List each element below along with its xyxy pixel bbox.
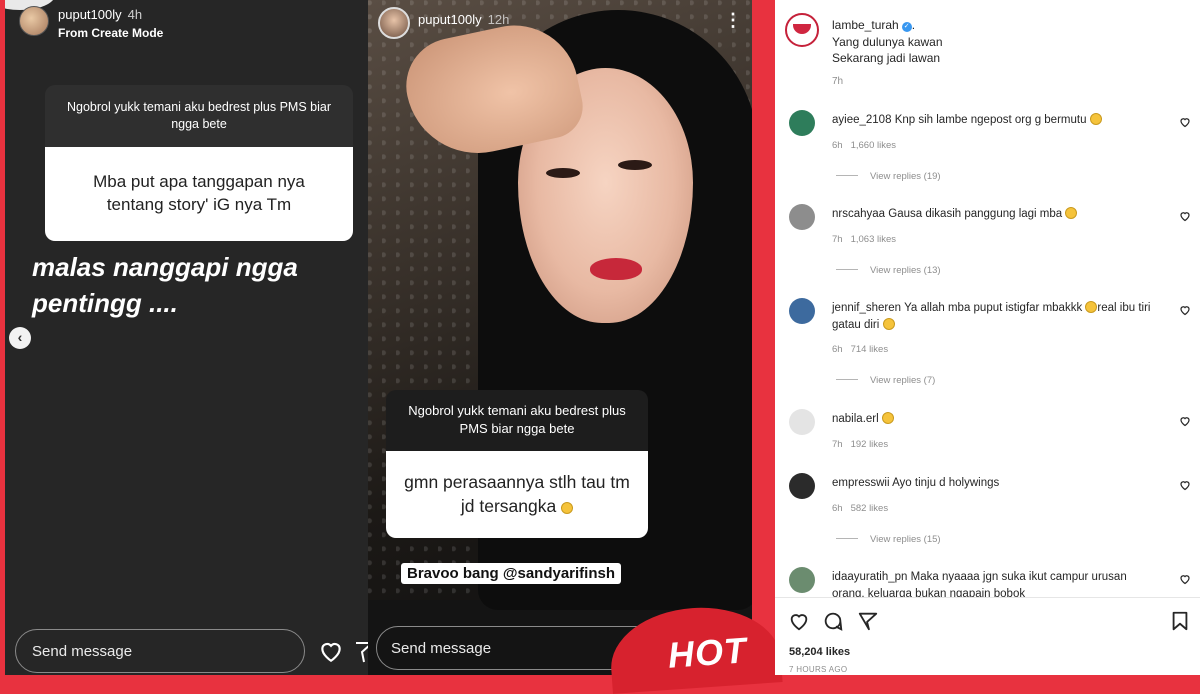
comment-likes[interactable]: 1,063 likes xyxy=(851,234,896,245)
comment-likes[interactable]: 1,660 likes xyxy=(851,140,896,151)
comment-time: 7h xyxy=(832,439,843,450)
comment-time: 6h xyxy=(832,503,843,514)
avatar[interactable] xyxy=(789,473,815,499)
laughing-emoji-icon xyxy=(1085,301,1098,313)
question-prompt: Ngobrol yukk temani aku bedrest plus PMS… xyxy=(45,85,353,147)
avatar[interactable] xyxy=(785,13,819,47)
story-caption: malas nanggapi ngga pentingg .... xyxy=(32,252,298,318)
question-prompt: Ngobrol yukk temani aku bedrest plus PMS… xyxy=(386,390,648,452)
comment-username[interactable]: ayiee_2108 xyxy=(832,114,891,126)
question-sticker: Ngobrol yukk temani aku bedrest plus PMS… xyxy=(45,85,353,241)
comment-body: Gausa dikasih panggung lagi mba xyxy=(888,208,1063,220)
story-user-line: puput100ly 4h xyxy=(58,7,142,22)
comment-username[interactable]: empresswii xyxy=(832,477,890,489)
avatar[interactable] xyxy=(789,110,815,136)
avatar[interactable] xyxy=(19,6,49,36)
question-answer-box: gmn perasaannya stlh tau tm jd tersangka xyxy=(386,451,648,539)
comment-time: 7h xyxy=(832,234,843,245)
post-actions-bar: 58,204 likes 7 HOURS AGO xyxy=(775,597,1200,675)
comment-likes[interactable]: 192 likes xyxy=(851,439,889,450)
laughing-emoji-icon xyxy=(561,501,574,514)
comment-likes[interactable]: 714 likes xyxy=(851,344,889,355)
avatar[interactable] xyxy=(789,298,815,324)
caption-line: Sekarang jadi lawan xyxy=(832,51,941,65)
story-time: 4h xyxy=(127,7,143,22)
story-user-line: puput100ly 12h xyxy=(418,12,509,27)
comment-likes[interactable]: 582 likes xyxy=(851,503,889,514)
view-replies-link[interactable]: View replies (19) xyxy=(836,171,941,182)
chevron-left-icon[interactable]: ‹ xyxy=(9,327,31,349)
comment-body: Ayo tinju d holywings xyxy=(892,477,1000,489)
comment-text: ayiee_2108 Knp sih lambe ngepost org g b… xyxy=(832,112,1157,129)
laughing-emoji-icon xyxy=(882,317,895,330)
comment-body: Ya allah mba puput istigfar mbakkk xyxy=(904,302,1083,314)
post-author-line: lambe_turah ✓. xyxy=(832,18,915,32)
comment-username[interactable]: nrscahyaa xyxy=(832,208,885,220)
avatar[interactable] xyxy=(378,7,410,39)
heart-icon[interactable] xyxy=(788,610,810,632)
heart-icon[interactable] xyxy=(1179,210,1191,222)
caption-dot: . xyxy=(911,18,916,32)
photo-eye-right xyxy=(618,160,652,170)
comment-username[interactable]: idaayuratih_pn xyxy=(832,571,907,583)
caption-time: 7h xyxy=(832,76,844,87)
comment-meta: 6h 1,660 likes xyxy=(832,140,904,151)
verified-icon: ✓ xyxy=(901,22,912,32)
comment-icon[interactable] xyxy=(822,610,844,632)
comment-text: jennif_sheren Ya allah mba puput istigfa… xyxy=(832,300,1157,333)
mention-sticker[interactable]: Bravoo bang @sandyarifinsh xyxy=(401,563,622,584)
post-timestamp: 7 HOURS AGO xyxy=(789,665,848,674)
comment-meta: 7h 192 likes xyxy=(832,439,896,450)
comment-body: Knp sih lambe ngepost org g bermutu xyxy=(894,114,1087,126)
comment-text: empresswii Ayo tinju d holywings xyxy=(832,475,1157,492)
heart-icon[interactable] xyxy=(1179,304,1191,316)
story-panel-left: puput100ly 4h From Create Mode Ngobrol yu… xyxy=(5,0,368,675)
heart-icon[interactable] xyxy=(1179,116,1191,128)
story-username[interactable]: puput100ly xyxy=(418,12,482,27)
story-subtitle: From Create Mode xyxy=(58,26,164,40)
comment-meta: 7h 1,063 likes xyxy=(832,234,904,245)
heart-icon[interactable] xyxy=(318,638,344,664)
send-icon[interactable] xyxy=(354,640,368,664)
view-replies-link[interactable]: View replies (13) xyxy=(836,265,941,276)
comment-meta: 6h 582 likes xyxy=(832,503,896,514)
bookmark-icon[interactable] xyxy=(1169,610,1191,632)
avatar[interactable] xyxy=(789,567,815,593)
photo-eye-left xyxy=(546,168,580,178)
comment-text: nrscahyaa Gausa dikasih panggung lagi mb… xyxy=(832,206,1157,223)
story-time: 12h xyxy=(487,12,510,27)
post-username[interactable]: lambe_turah xyxy=(832,18,899,32)
comment-text: nabila.erl xyxy=(832,411,1157,428)
hot-badge-label: HOT xyxy=(666,629,749,676)
comment-time: 6h xyxy=(832,344,843,355)
send-message-input[interactable]: Send message xyxy=(15,629,305,673)
share-icon[interactable] xyxy=(857,610,879,632)
laughing-emoji-icon xyxy=(1065,207,1078,219)
view-replies-link[interactable]: View replies (7) xyxy=(836,375,935,386)
heart-icon[interactable] xyxy=(1179,573,1191,585)
comment-meta: 6h 714 likes xyxy=(832,344,896,355)
comment-username[interactable]: nabila.erl xyxy=(832,413,879,425)
heart-icon[interactable] xyxy=(1179,479,1191,491)
comments-panel: lambe_turah ✓. Yang dulunya kawan Sekaran… xyxy=(775,0,1200,675)
likes-count[interactable]: 58,204 likes xyxy=(789,646,850,658)
avatar[interactable] xyxy=(789,409,815,435)
comment-body: Maka nyaaaa jgn suka ikut campur urusan xyxy=(910,571,1127,583)
question-answer: gmn perasaannya stlh tau tm jd tersangka xyxy=(404,472,630,516)
view-replies-link[interactable]: View replies (15) xyxy=(836,534,941,545)
heart-icon[interactable] xyxy=(1179,415,1191,427)
comment-username[interactable]: jennif_sheren xyxy=(832,302,901,314)
more-icon[interactable]: ⋮ xyxy=(724,10,742,31)
question-sticker: Ngobrol yukk temani aku bedrest plus PMS… xyxy=(386,390,648,539)
story-panel-middle: puput100ly 12h ⋮ Ngobrol yukk temani aku … xyxy=(368,0,752,675)
question-answer: Mba put apa tanggapan nya tentang story'… xyxy=(45,146,353,241)
story-username[interactable]: puput100ly xyxy=(58,7,122,22)
comment-time: 6h xyxy=(832,140,843,151)
laughing-emoji-icon xyxy=(1089,113,1102,125)
caption-line: Yang dulunya kawan xyxy=(832,35,943,49)
crying-emoji-icon xyxy=(881,412,894,424)
photo-lips xyxy=(590,258,642,280)
avatar[interactable] xyxy=(789,204,815,230)
